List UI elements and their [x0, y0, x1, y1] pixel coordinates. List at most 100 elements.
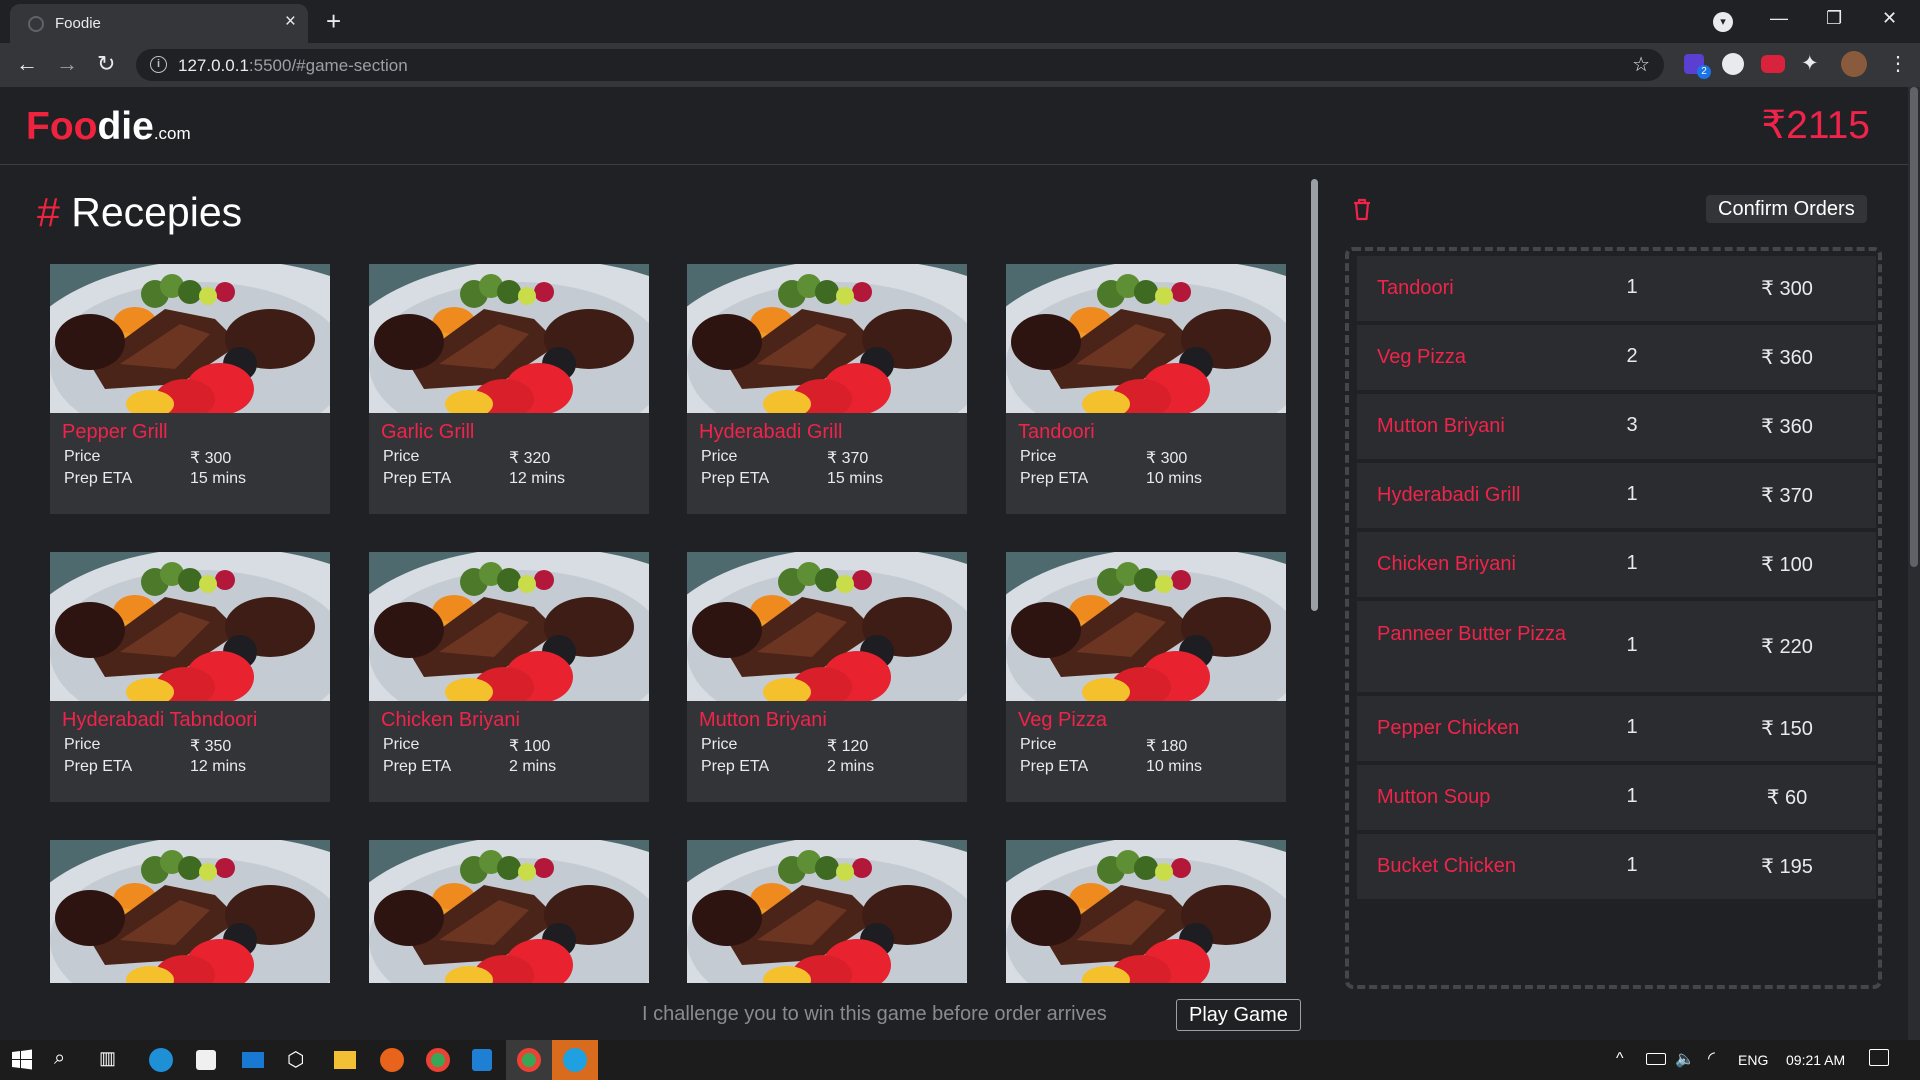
url-host: 127.0.0.1	[178, 56, 249, 75]
order-row[interactable]: Hyderabadi Grill 1 ₹ 370	[1357, 463, 1876, 528]
recipe-eta: 15 mins	[827, 470, 884, 487]
eta-label: Prep ETA	[701, 470, 770, 487]
logo-suffix: .com	[153, 124, 191, 143]
site-info-icon[interactable]: i	[150, 56, 167, 73]
page-scrollbar[interactable]	[1908, 87, 1920, 1040]
recipe-price: ₹ 370	[827, 450, 869, 467]
order-row[interactable]: Pepper Chicken 1 ₹ 150	[1357, 696, 1876, 761]
recipe-card[interactable]: Pepper Grill Price ₹ 300 Prep ETA 15 min…	[50, 264, 330, 514]
back-icon[interactable]: ←	[16, 51, 38, 77]
order-row[interactable]: Bucket Chicken 1 ₹ 195	[1357, 834, 1876, 899]
order-row[interactable]: Mutton Soup 1 ₹ 60	[1357, 765, 1876, 830]
address-bar[interactable]: i 127.0.0.1:5500/#game-section ☆	[136, 49, 1664, 81]
recipe-card[interactable]: Garlic Grill Price ₹ 320 Prep ETA 12 min…	[369, 264, 649, 514]
minimize-icon[interactable]: —	[1770, 8, 1788, 29]
recipe-image	[687, 552, 967, 701]
recipe-card[interactable]: Hyderabadi Grill Price ₹ 370 Prep ETA 15…	[687, 264, 967, 514]
recipe-card[interactable]: Tandoori Price ₹ 300 Prep ETA 10 mins	[1006, 264, 1286, 514]
chrome-canary-icon	[517, 1048, 541, 1072]
section-title: # Recepies	[37, 189, 242, 236]
profile-avatar[interactable]	[1841, 51, 1867, 77]
recipe-card[interactable]: Chicken Briyani Price ₹ 100 Prep ETA 2 m…	[369, 552, 649, 802]
recipe-price: ₹ 100	[509, 738, 551, 755]
eta-label: Prep ETA	[383, 758, 452, 775]
vscode-icon[interactable]	[472, 1049, 492, 1071]
recipe-image	[1006, 840, 1286, 983]
extensions-puzzle-icon[interactable]: ✦	[1801, 51, 1819, 76]
confirm-orders-button[interactable]: Confirm Orders	[1706, 195, 1867, 223]
extension-circle-icon[interactable]	[1722, 53, 1744, 75]
mail-icon[interactable]	[242, 1052, 264, 1068]
url-text[interactable]: 127.0.0.1:5500/#game-section	[178, 56, 408, 76]
restore-icon[interactable]: ❐	[1826, 8, 1842, 29]
new-tab-button[interactable]: +	[326, 6, 341, 37]
app-cube-icon[interactable]: ⬡	[287, 1047, 304, 1072]
page-scrollbar-thumb[interactable]	[1910, 87, 1918, 567]
wifi-icon[interactable]: ◜	[1708, 1048, 1715, 1069]
reload-icon[interactable]: ↻	[97, 51, 115, 77]
order-item-price: ₹ 360	[1761, 347, 1813, 369]
task-view-icon[interactable]: ▥	[99, 1048, 116, 1069]
order-row[interactable]: Mutton Briyani 3 ₹ 360	[1357, 394, 1876, 459]
recipe-card[interactable]	[369, 840, 649, 983]
edge-icon[interactable]	[149, 1048, 173, 1072]
chrome-icon[interactable]	[426, 1048, 450, 1072]
recipe-price: ₹ 120	[827, 738, 869, 755]
notifications-icon[interactable]	[1869, 1049, 1889, 1066]
search-icon[interactable]: ⌕	[54, 1047, 65, 1070]
skype-task[interactable]	[552, 1040, 598, 1080]
tab-search-icon[interactable]: ▾	[1713, 12, 1733, 32]
forward-icon[interactable]: →	[56, 51, 78, 77]
site-logo[interactable]: Foodie.com	[26, 105, 191, 149]
price-label: Price	[701, 448, 738, 465]
extension-red-icon[interactable]	[1761, 55, 1785, 73]
store-icon[interactable]	[196, 1050, 216, 1070]
price-label: Price	[1020, 736, 1057, 753]
eta-label: Prep ETA	[701, 758, 770, 775]
close-window-icon[interactable]: ✕	[1882, 8, 1897, 29]
eta-label: Prep ETA	[1020, 758, 1089, 775]
price-label: Price	[383, 448, 420, 465]
tray-chevron-icon[interactable]: ^	[1616, 1050, 1624, 1068]
recipe-card[interactable]	[1006, 840, 1286, 983]
order-row[interactable]: Veg Pizza 2 ₹ 360	[1357, 325, 1876, 390]
order-item-name: Panneer Butter Pizza	[1377, 623, 1566, 645]
volume-icon[interactable]: 🔈	[1675, 1049, 1695, 1069]
recipe-card[interactable]: Hyderabadi Tabndoori Price ₹ 350 Prep ET…	[50, 552, 330, 802]
battery-icon[interactable]	[1646, 1053, 1666, 1065]
firefox-icon[interactable]	[380, 1048, 404, 1072]
windows-start-icon[interactable]	[10, 1048, 34, 1072]
bookmark-star-icon[interactable]: ☆	[1632, 52, 1650, 77]
skype-icon	[563, 1048, 587, 1072]
recipe-card[interactable]: Mutton Briyani Price ₹ 120 Prep ETA 2 mi…	[687, 552, 967, 802]
browser-tab[interactable]: Foodie ×	[10, 4, 308, 43]
play-game-button[interactable]: Play Game	[1176, 999, 1301, 1031]
recipe-image	[50, 264, 330, 413]
recipe-card[interactable]	[50, 840, 330, 983]
recipe-name: Mutton Briyani	[699, 709, 827, 731]
recipe-card[interactable]: Veg Pizza Price ₹ 180 Prep ETA 10 mins	[1006, 552, 1286, 802]
order-item-name: Mutton Soup	[1377, 786, 1491, 808]
order-row[interactable]: Tandoori 1 ₹ 300	[1357, 256, 1876, 321]
trash-icon[interactable]	[1351, 197, 1373, 226]
order-item-qty: 1	[1626, 552, 1638, 574]
file-explorer-icon[interactable]	[334, 1051, 356, 1069]
order-item-name: Veg Pizza	[1377, 346, 1466, 368]
clock-time[interactable]: 09:21 AM	[1786, 1052, 1845, 1068]
order-item-price: ₹ 220	[1761, 636, 1813, 658]
recipes-scrollbar[interactable]	[1311, 179, 1318, 611]
logo-part-white: die	[97, 105, 154, 148]
recipe-name: Garlic Grill	[381, 421, 475, 443]
order-row[interactable]: Chicken Briyani 1 ₹ 100	[1357, 532, 1876, 597]
price-label: Price	[1020, 448, 1057, 465]
recipe-image	[369, 552, 649, 701]
tab-close-icon[interactable]: ×	[285, 11, 296, 33]
recipe-name: Pepper Grill	[62, 421, 168, 443]
chrome-active-task[interactable]	[506, 1040, 552, 1080]
menu-kebab-icon[interactable]: ⋮	[1888, 51, 1908, 76]
order-row[interactable]: Panneer Butter Pizza 1 ₹ 220	[1357, 601, 1876, 692]
language-indicator[interactable]: ENG	[1738, 1052, 1768, 1068]
recipe-card[interactable]	[687, 840, 967, 983]
order-item-qty: 2	[1626, 345, 1638, 367]
recipe-image	[1006, 552, 1286, 701]
